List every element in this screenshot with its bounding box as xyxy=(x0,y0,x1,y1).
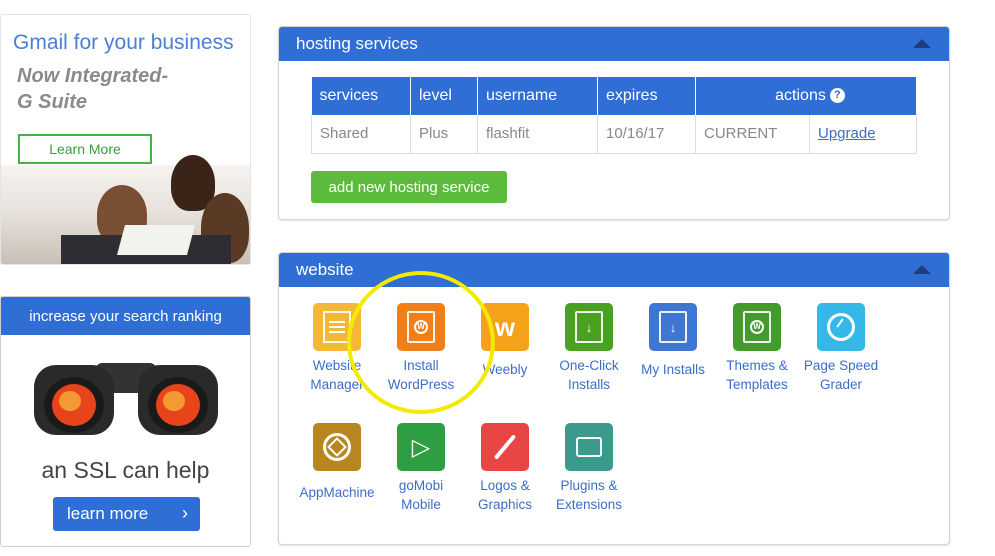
ssl-ad-text: an SSL can help xyxy=(41,457,210,483)
tile-plugins-extensions[interactable]: Plugins & Extensions xyxy=(546,423,632,514)
table-row: Shared Plus flashfit 10/16/17 CURRENT Up… xyxy=(311,115,917,154)
gmail-learn-more-button[interactable]: Learn More xyxy=(18,134,152,164)
weebly-icon: w xyxy=(481,303,529,351)
tile-weebly[interactable]: w Weebly xyxy=(462,303,548,379)
wordpress-icon: W xyxy=(397,303,445,351)
appmachine-icon xyxy=(313,423,361,471)
cell-expires: 10/16/17 xyxy=(597,115,696,154)
cell-level: Plus xyxy=(410,115,478,154)
collapse-up-icon[interactable] xyxy=(913,39,931,48)
column-header-actions: actions? xyxy=(695,77,917,115)
column-header-username: username xyxy=(477,77,598,115)
tile-website-manager[interactable]: Website Manager xyxy=(294,303,380,394)
column-header-services: services xyxy=(311,77,411,115)
website-manager-icon xyxy=(313,303,361,351)
column-header-expires: expires xyxy=(597,77,696,115)
tile-themes-templates[interactable]: W Themes & Templates xyxy=(714,303,800,394)
add-hosting-service-button[interactable]: add new hosting service xyxy=(311,171,507,203)
website-panel: website Website Manager W Install WordPres… xyxy=(278,252,950,545)
hosting-table: services level username expires actions?… xyxy=(311,77,917,154)
logos-icon xyxy=(481,423,529,471)
ssl-ad[interactable]: increase your search ranking an SSL can … xyxy=(0,296,251,547)
page-speed-icon xyxy=(817,303,865,351)
gmail-ad-title: Gmail for your business xyxy=(13,31,234,54)
one-click-icon: ↓ xyxy=(565,303,613,351)
cell-username: flashfit xyxy=(477,115,598,154)
upgrade-link[interactable]: Upgrade xyxy=(809,115,917,154)
collapse-up-icon[interactable] xyxy=(913,265,931,274)
hosting-panel-header[interactable]: hosting services xyxy=(279,27,949,61)
help-icon[interactable]: ? xyxy=(829,88,845,104)
table-header-row: services level username expires actions? xyxy=(311,77,917,115)
tile-appmachine[interactable]: AppMachine xyxy=(294,423,380,502)
my-installs-icon: ↓ xyxy=(649,303,697,351)
tile-page-speed-grader[interactable]: Page Speed Grader xyxy=(798,303,884,394)
plugins-icon xyxy=(565,423,613,471)
hosting-panel-title: hosting services xyxy=(296,34,418,53)
cell-service: Shared xyxy=(311,115,411,154)
tile-logos-graphics[interactable]: Logos & Graphics xyxy=(462,423,548,514)
website-panel-title: website xyxy=(296,260,354,279)
website-panel-header[interactable]: website xyxy=(279,253,949,287)
chevron-right-icon: › xyxy=(182,503,188,523)
tile-my-installs[interactable]: ↓ My Installs xyxy=(630,303,716,379)
tile-gomobi-mobile[interactable]: ▷ goMobi Mobile xyxy=(378,423,464,514)
cell-status: CURRENT xyxy=(695,115,810,154)
column-header-level: level xyxy=(410,77,478,115)
themes-icon: W xyxy=(733,303,781,351)
gmail-ad-photo xyxy=(1,155,250,264)
ssl-learn-more-label: learn more xyxy=(67,504,149,523)
gomobi-icon: ▷ xyxy=(397,423,445,471)
ssl-ad-header: increase your search ranking xyxy=(1,297,250,335)
gmail-ad[interactable]: Gmail for your business Now Integrated- … xyxy=(0,14,251,265)
gmail-ad-subtitle: Now Integrated- G Suite xyxy=(17,65,169,113)
ssl-learn-more-button[interactable]: learn more › xyxy=(53,497,200,531)
tile-install-wordpress[interactable]: W Install WordPress xyxy=(378,303,464,394)
binoculars-icon xyxy=(34,363,218,435)
tile-one-click-installs[interactable]: ↓ One-Click Installs xyxy=(546,303,632,394)
hosting-services-panel: hosting services services level username… xyxy=(278,26,950,220)
